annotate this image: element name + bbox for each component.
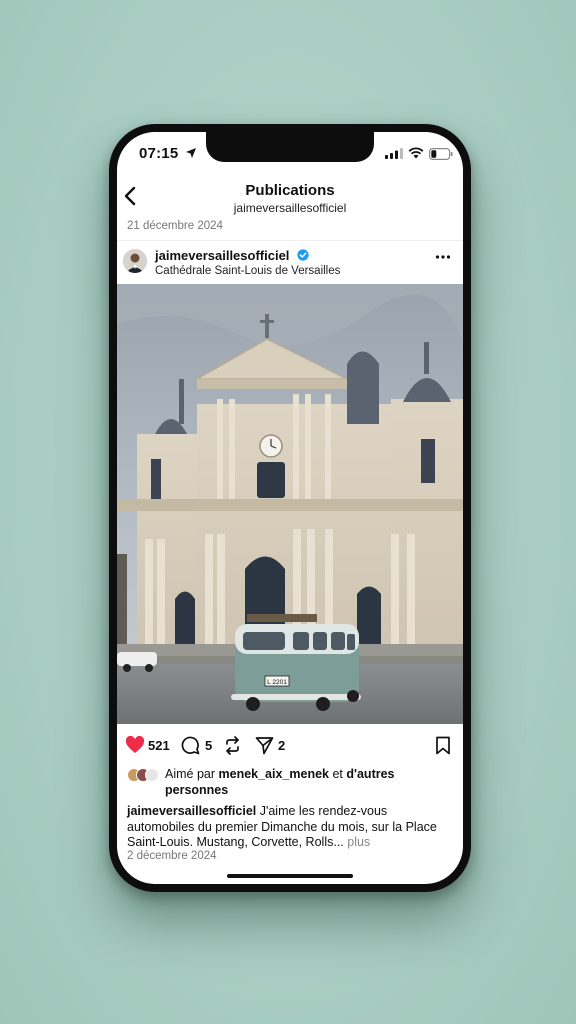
status-time: 07:15 xyxy=(139,145,179,162)
comment-icon[interactable] xyxy=(181,736,200,755)
liked-by-user[interactable]: menek_aix_menek xyxy=(219,767,330,781)
bookmark-icon[interactable] xyxy=(435,736,451,755)
avatar-image xyxy=(123,249,147,273)
previous-post-date: 21 décembre 2024 xyxy=(127,220,223,232)
divider xyxy=(117,240,463,241)
repost-icon[interactable] xyxy=(223,736,242,755)
screen: 07:15 Publications jaimeversaillesoffici… xyxy=(117,132,463,884)
location-arrow-icon xyxy=(186,148,196,158)
caption-more-link[interactable]: plus xyxy=(344,835,370,849)
post-username[interactable]: jaimeversaillesofficiel xyxy=(155,248,289,263)
liked-by-prefix: Aimé par xyxy=(165,767,219,781)
action-bar: 521 5 2 xyxy=(117,730,463,758)
comments-count[interactable]: 5 xyxy=(205,738,212,753)
wifi-icon xyxy=(408,147,424,159)
shares-count[interactable]: 2 xyxy=(278,738,285,753)
phone-frame: 07:15 Publications jaimeversaillesoffici… xyxy=(109,124,471,892)
send-icon[interactable] xyxy=(255,736,274,755)
notch xyxy=(206,132,374,162)
liked-by-text: Aimé par menek_aix_menek et d'autres per… xyxy=(165,766,445,798)
post-photo[interactable]: L 2201 xyxy=(117,284,463,724)
verified-badge-icon xyxy=(297,249,309,261)
liked-by-middle: et xyxy=(329,767,347,781)
license-plate: L 2201 xyxy=(267,679,287,686)
post-caption: jaimeversaillesofficiel J'aime les rende… xyxy=(127,804,453,851)
signal-icon xyxy=(385,148,403,159)
heart-icon[interactable] xyxy=(125,736,145,754)
avatar[interactable] xyxy=(123,249,147,273)
liker-avatar xyxy=(145,768,159,782)
top-nav: Publications jaimeversaillesofficiel xyxy=(117,176,463,216)
page-subtitle[interactable]: jaimeversaillesofficiel xyxy=(117,201,463,215)
page-title: Publications xyxy=(245,182,335,199)
post-date: 2 décembre 2024 xyxy=(127,850,217,862)
caption-username[interactable]: jaimeversaillesofficiel xyxy=(127,804,256,818)
home-indicator[interactable] xyxy=(227,874,353,878)
more-options-icon[interactable] xyxy=(435,254,451,260)
post-location[interactable]: Cathédrale Saint-Louis de Versailles xyxy=(155,265,340,277)
likes-count[interactable]: 521 xyxy=(148,738,170,753)
battery-icon xyxy=(429,148,453,160)
